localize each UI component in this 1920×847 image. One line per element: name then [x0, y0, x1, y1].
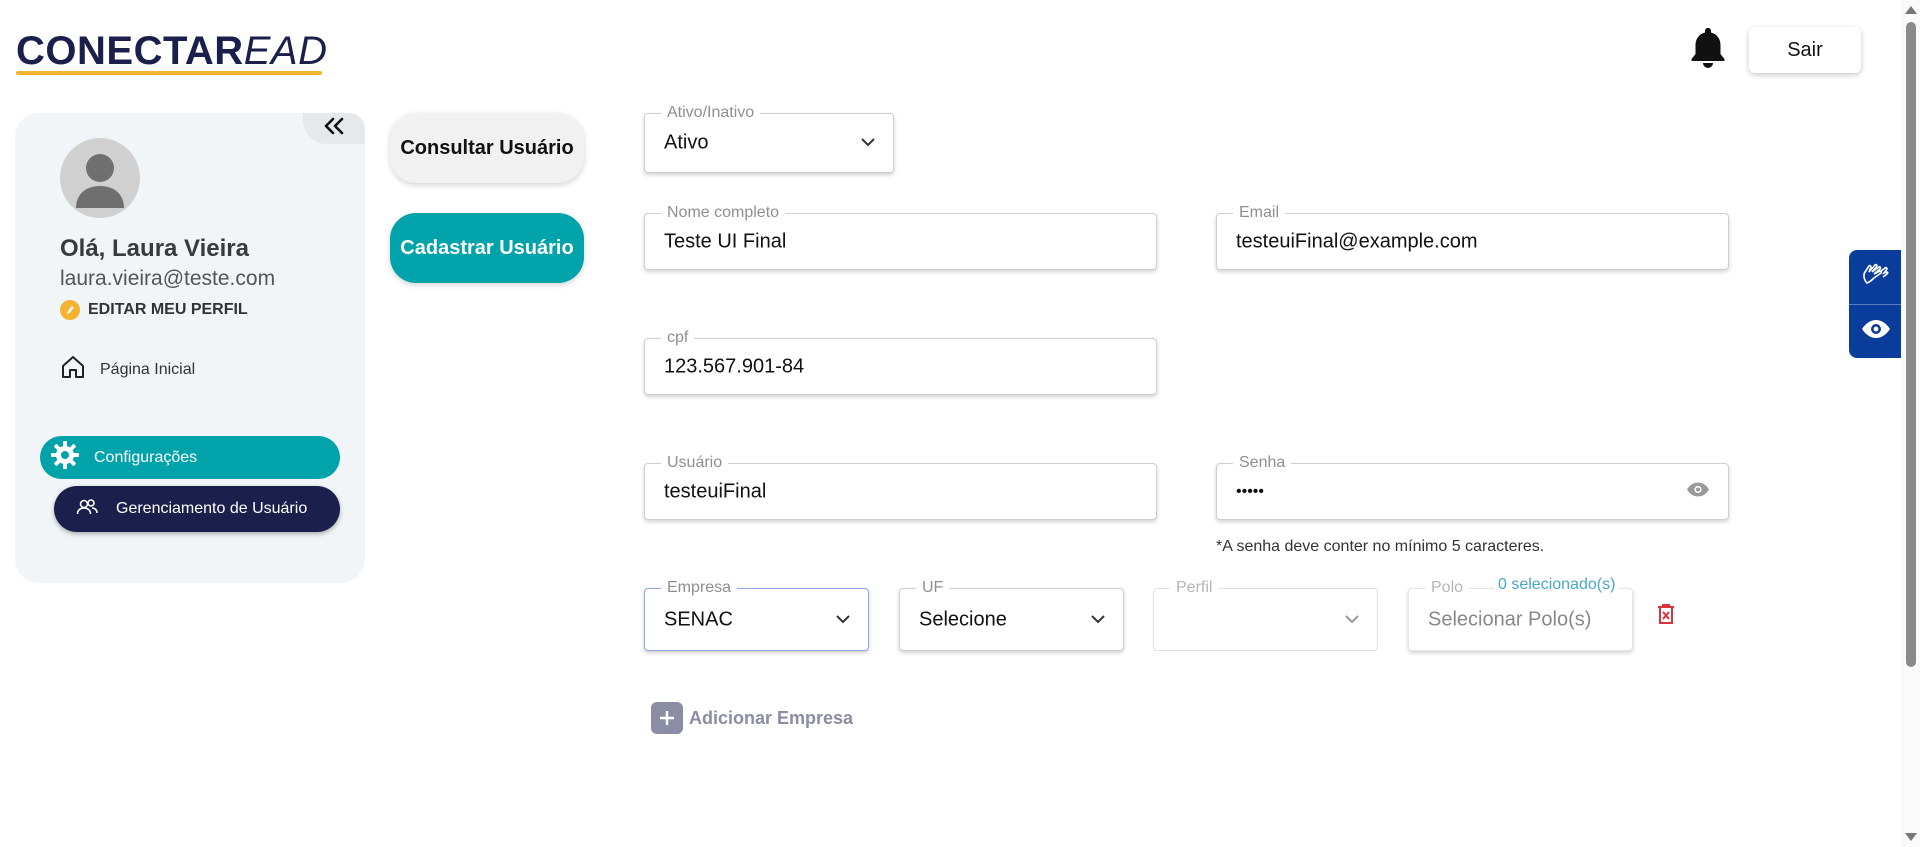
sidebar-item-settings[interactable]: Configurações	[40, 436, 340, 479]
app-logo: CONECTAREAD	[16, 28, 327, 74]
consult-user-button[interactable]: Consultar Usuário	[390, 113, 584, 183]
email-value: testeuiFinal@example.com	[1236, 230, 1478, 252]
status-select[interactable]: Ativo/Inativo Ativo	[644, 104, 894, 173]
status-label: Ativo/Inativo	[661, 104, 761, 122]
scrollbar[interactable]	[1901, 0, 1920, 847]
eye-icon[interactable]	[1686, 481, 1710, 502]
user-email: laura.vieira@teste.com	[60, 267, 276, 290]
cpf-value: 123.567.901-84	[664, 355, 805, 377]
uf-select[interactable]: UF Selecione	[899, 579, 1124, 651]
sidebar-item-label: Gerenciamento de Usuário	[116, 500, 308, 517]
username-label: Usuário	[661, 454, 729, 472]
company-label: Empresa	[661, 579, 738, 597]
collapse-sidebar-button[interactable]	[303, 113, 365, 144]
sign-language-hands-icon	[1861, 261, 1891, 294]
chevron-down-icon	[836, 611, 850, 629]
cpf-label: cpf	[661, 329, 695, 347]
scroll-up-icon[interactable]	[1905, 6, 1917, 14]
password-hint: *A senha deve conter no mínimo 5 caracte…	[1216, 538, 1545, 555]
logo-bold-text: CONECTAR	[16, 29, 244, 73]
eye-icon	[1861, 319, 1891, 344]
chevron-down-icon	[1091, 611, 1105, 629]
greeting: Olá, Laura Vieira	[60, 235, 249, 262]
uf-value: Selecione	[919, 608, 1007, 630]
plus-icon	[651, 702, 683, 734]
full-name-field[interactable]: Nome completo Teste UI Final	[644, 204, 1157, 270]
scroll-thumb[interactable]	[1906, 22, 1916, 667]
full-name-label: Nome completo	[661, 204, 786, 222]
profile-select[interactable]: Perfil	[1153, 579, 1378, 651]
polo-placeholder: Selecionar Polo(s)	[1428, 608, 1592, 630]
trash-icon[interactable]	[1656, 603, 1676, 630]
chevron-down-icon	[1345, 611, 1359, 629]
register-user-button[interactable]: Cadastrar Usuário	[390, 213, 584, 283]
email-field[interactable]: Email testeuiFinal@example.com	[1216, 204, 1729, 270]
logout-button[interactable]: Sair	[1749, 27, 1861, 73]
home-icon	[60, 354, 86, 385]
username-field[interactable]: Usuário testeuiFinal	[644, 454, 1157, 520]
double-chevron-left-icon	[323, 117, 345, 140]
uf-label: UF	[916, 579, 950, 597]
bell-icon[interactable]	[1688, 26, 1728, 70]
sign-language-button[interactable]	[1849, 250, 1902, 304]
email-label: Email	[1233, 204, 1286, 222]
password-field[interactable]: Senha •••••	[1216, 454, 1729, 520]
logo-underline	[16, 71, 322, 75]
sidebar-item-label: Página Inicial	[100, 360, 196, 378]
polo-selected-count: 0 selecionado(s)	[1494, 576, 1620, 594]
sidebar-item-home[interactable]: Página Inicial	[60, 354, 195, 385]
username-value: testeuiFinal	[664, 480, 767, 502]
scroll-down-icon[interactable]	[1905, 833, 1917, 841]
edit-profile-label: EDITAR MEU PERFIL	[88, 301, 248, 318]
avatar	[60, 138, 140, 218]
company-value: SENAC	[664, 608, 733, 630]
password-label: Senha	[1233, 454, 1292, 472]
full-name-value: Teste UI Final	[664, 230, 787, 252]
gear-icon	[50, 440, 80, 475]
password-value: •••••	[1236, 482, 1265, 500]
visual-accessibility-button[interactable]	[1849, 304, 1902, 358]
sidebar-item-label: Configurações	[94, 448, 198, 466]
add-company-button[interactable]: Adicionar Empresa	[651, 702, 853, 734]
company-select[interactable]: Empresa SENAC	[644, 579, 869, 651]
logo-italic-text: EAD	[243, 29, 328, 73]
polo-select[interactable]: Polo Selecionar Polo(s)	[1408, 579, 1633, 651]
sidebar-item-user-management[interactable]: Gerenciamento de Usuário	[54, 486, 340, 532]
chevron-down-icon	[861, 134, 875, 152]
cpf-field[interactable]: cpf 123.567.901-84	[644, 329, 1157, 395]
polo-label: Polo	[1425, 579, 1470, 597]
edit-profile-link[interactable]: EDITAR MEU PERFIL	[60, 300, 248, 320]
profile-label: Perfil	[1170, 579, 1219, 597]
accessibility-widget	[1849, 250, 1902, 358]
status-value: Ativo	[664, 131, 709, 154]
pencil-icon	[60, 300, 80, 320]
users-icon	[76, 498, 98, 521]
add-company-label: Adicionar Empresa	[689, 707, 854, 728]
